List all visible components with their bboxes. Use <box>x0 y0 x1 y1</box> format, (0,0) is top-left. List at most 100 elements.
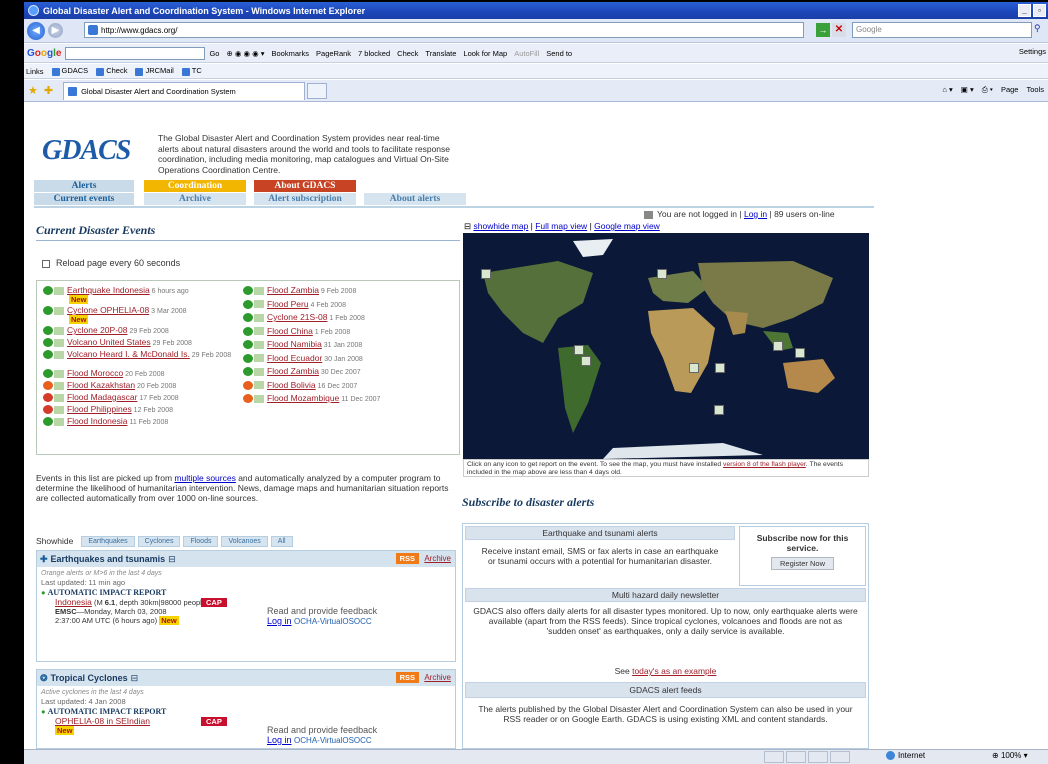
cap-badge[interactable]: CAP <box>201 598 227 607</box>
autofill-button[interactable]: AutoFill <box>514 49 539 58</box>
event-link[interactable]: Volcano United States <box>67 337 151 347</box>
event-item[interactable]: Flood Namibia 31 Jan 2008 <box>243 339 362 350</box>
look-for-map-button[interactable]: Look for Map <box>463 49 507 58</box>
gdacs-logo[interactable]: GDACS <box>42 135 131 167</box>
event-link[interactable]: Flood Namibia <box>267 339 322 349</box>
nav-current-events[interactable]: Current events <box>34 193 134 205</box>
favorites-star-icon[interactable]: ★ <box>28 84 38 97</box>
event-item[interactable]: Flood China 1 Feb 2008 <box>243 326 350 336</box>
event-item[interactable]: Volcano United States 29 Feb 2008 <box>43 337 192 348</box>
spellcheck-button[interactable]: Check <box>397 49 418 58</box>
event-marker-icon[interactable] <box>574 345 584 355</box>
event-link[interactable]: Flood China <box>267 326 313 336</box>
link-jrcmail[interactable]: JRCMail <box>135 66 174 76</box>
event-marker-icon[interactable] <box>773 341 783 351</box>
filter-earthquakes[interactable]: Earthquakes <box>81 535 135 547</box>
bookmarks-button[interactable]: Bookmarks <box>272 49 310 58</box>
event-item[interactable]: Volcano Heard I. & McDonald Is. 29 Feb 2… <box>43 349 231 360</box>
register-now-button[interactable]: Register Now <box>770 557 834 570</box>
event-item[interactable]: Flood Philippines 12 Feb 2008 <box>43 404 173 415</box>
search-input[interactable]: Google <box>852 22 1032 38</box>
nav-about-gdacs[interactable]: About GDACS <box>254 180 356 192</box>
event-link-indonesia[interactable]: Indonesia <box>55 597 92 607</box>
event-item[interactable]: Flood Madagascar 17 Feb 2008 <box>43 392 179 403</box>
event-item[interactable]: Flood Kazakhstan 20 Feb 2008 <box>43 380 176 391</box>
page-menu[interactable]: Page <box>1001 85 1019 95</box>
nav-coordination[interactable]: Coordination <box>144 180 246 192</box>
event-link[interactable]: Flood Morocco <box>67 368 123 378</box>
event-link[interactable]: Volcano Heard I. & McDonald Is. <box>67 349 190 359</box>
feedback-login-link[interactable]: Log in <box>267 735 292 745</box>
filter-volcanoes[interactable]: Volcanoes <box>221 535 268 547</box>
back-button[interactable]: ◀ <box>27 21 45 40</box>
toolbar-go[interactable]: Go <box>209 49 219 58</box>
event-marker-icon[interactable] <box>795 348 805 358</box>
rss-button[interactable]: RSS <box>395 553 419 564</box>
event-item[interactable]: Earthquake Indonesia 6 hours ago New <box>43 285 189 305</box>
collapse-icon[interactable]: ⊟ <box>168 554 176 565</box>
event-item[interactable]: Cyclone OPHELIA-08 3 Mar 2008 New <box>43 305 187 325</box>
nav-alerts[interactable]: Alerts <box>34 180 134 192</box>
event-item[interactable]: Flood Indonesia 11 Feb 2008 <box>43 416 168 427</box>
event-link[interactable]: Flood Bolivia <box>267 380 316 390</box>
cap-badge[interactable]: CAP <box>201 717 227 726</box>
event-marker-icon[interactable] <box>581 356 591 366</box>
stop-button[interactable]: ✕ <box>832 23 846 37</box>
tab-gdacs[interactable]: Global Disaster Alert and Coordination S… <box>63 81 306 100</box>
archive-link[interactable]: Archive <box>424 673 451 682</box>
go-button[interactable]: → <box>816 23 830 37</box>
zoom-control[interactable]: ⊕ 100% ▾ <box>992 751 1028 760</box>
event-link[interactable]: Flood Mozambique <box>267 393 339 403</box>
event-marker-icon[interactable] <box>714 405 724 415</box>
popup-blocked[interactable]: 7 blocked <box>358 49 390 58</box>
window-title-bar[interactable]: Global Disaster Alert and Coordination S… <box>24 2 1048 19</box>
event-link-ophelia[interactable]: OPHELIA-08 in SEIndian <box>55 716 150 726</box>
event-link[interactable]: Flood Zambia <box>267 285 319 295</box>
maximize-icon[interactable]: ▫ <box>1033 4 1046 17</box>
filter-floods[interactable]: Floods <box>183 535 219 547</box>
cyclone-panel-header[interactable]: ❂ Tropical Cyclones ⊟ RSS Archive <box>37 670 455 686</box>
full-map-link[interactable]: Full map view <box>535 221 587 231</box>
send-to-button[interactable]: Send to <box>546 49 572 58</box>
reload-checkbox[interactable] <box>42 259 50 268</box>
google-map-link[interactable]: Google map view <box>594 221 660 231</box>
filter-all[interactable]: All <box>270 535 293 547</box>
new-tab-button[interactable] <box>307 82 328 99</box>
example-link[interactable]: today's as an example <box>632 666 716 676</box>
search-icon[interactable]: ⚲ <box>1034 23 1046 37</box>
event-link[interactable]: Flood Indonesia <box>67 416 128 426</box>
google-search-input[interactable] <box>65 46 206 60</box>
link-gdacs[interactable]: GDACS <box>51 66 88 76</box>
event-link[interactable]: Flood Kazakhstan <box>67 380 135 390</box>
earthquake-panel-header[interactable]: ✚ Earthquakes and tsunamis ⊟ RSS Archive <box>37 551 455 567</box>
minimize-icon[interactable]: _ <box>1018 4 1031 17</box>
event-link[interactable]: Flood Madagascar <box>67 392 137 402</box>
nav-about-alerts[interactable]: About alerts <box>364 193 466 205</box>
flash-player-link[interactable]: version 8 of the flash player <box>723 461 806 468</box>
tools-menu[interactable]: Tools <box>1026 85 1044 95</box>
reload-option[interactable]: Reload page every 60 seconds <box>42 258 180 268</box>
feeds-icon[interactable]: ▣ ▾ <box>961 85 974 95</box>
pagerank-indicator[interactable]: PageRank <box>316 49 351 58</box>
settings-button[interactable]: Settings <box>1019 47 1046 56</box>
add-favorites-icon[interactable]: ✚ <box>44 84 53 97</box>
event-link[interactable]: Flood Zambia <box>267 366 319 376</box>
event-item[interactable]: Flood Morocco 20 Feb 2008 <box>43 368 164 379</box>
event-item[interactable]: Flood Mozambique 11 Dec 2007 <box>243 393 380 404</box>
event-item[interactable]: Flood Peru 4 Feb 2008 <box>243 299 346 309</box>
link-tc[interactable]: TC <box>181 66 202 76</box>
feedback-login-link[interactable]: Log in <box>267 616 292 626</box>
collapse-icon[interactable]: ⊟ <box>131 673 139 684</box>
event-link[interactable]: Cyclone 21S-08 <box>267 312 327 322</box>
link-check[interactable]: Check <box>96 66 127 76</box>
forward-button[interactable]: ▶ <box>48 23 63 38</box>
login-link[interactable]: Log in <box>744 209 767 219</box>
event-link[interactable]: Cyclone 20P-08 <box>67 325 127 335</box>
event-link[interactable]: Flood Ecuador <box>267 353 322 363</box>
nav-alert-subscription[interactable]: Alert subscription <box>254 193 356 205</box>
event-marker-icon[interactable] <box>657 269 667 279</box>
print-icon[interactable]: ⎙ ▾ <box>982 85 993 95</box>
event-item[interactable]: Flood Bolivia 16 Dec 2007 <box>243 380 357 390</box>
archive-link[interactable]: Archive <box>424 554 451 563</box>
home-icon[interactable]: ⌂ ▾ <box>942 85 952 95</box>
